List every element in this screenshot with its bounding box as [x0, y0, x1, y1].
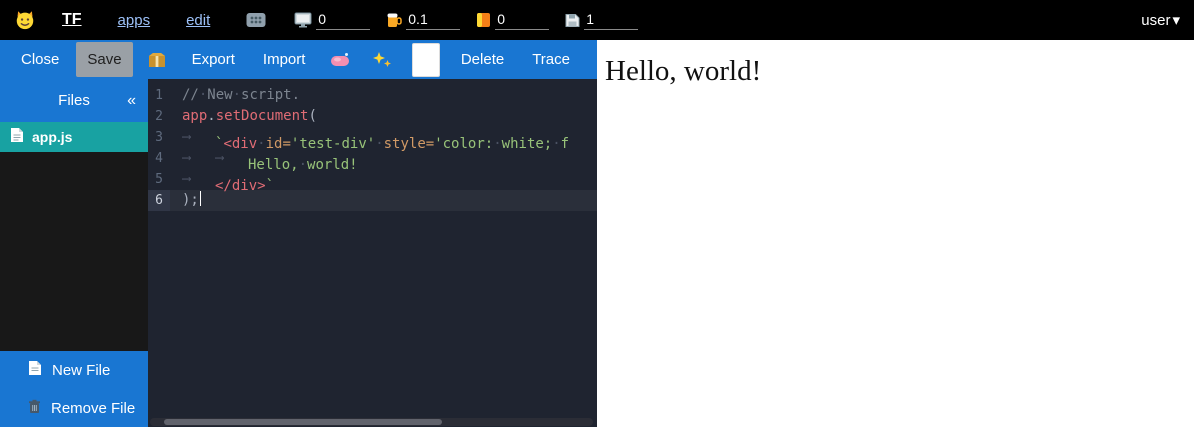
apps-link[interactable]: apps: [118, 12, 151, 29]
delete-button[interactable]: Delete: [450, 42, 515, 77]
floppy-icon: [565, 13, 580, 28]
workspace: Files «: [0, 79, 597, 427]
file-name: app.js: [32, 129, 72, 145]
ide-column: Close Save Export Import: [0, 40, 597, 427]
remove-file-button[interactable]: Remove File: [0, 389, 148, 427]
file-item-appjs[interactable]: app.js: [0, 122, 148, 152]
dots-grid-icon[interactable]: [246, 12, 266, 28]
preview-pane: Hello, world!: [597, 40, 1194, 427]
preview-text: Hello, world!: [605, 55, 1194, 88]
line-number: 4: [148, 148, 170, 169]
code-token: New: [207, 87, 232, 103]
user-menu-label: user: [1141, 12, 1170, 29]
close-button[interactable]: Close: [10, 42, 70, 77]
code-token: script.: [241, 87, 300, 103]
tab-whitespace-marker: ⟶: [182, 148, 215, 169]
code-content: );: [170, 190, 597, 211]
tab-whitespace-marker: ⟶: [182, 127, 215, 148]
edit-link[interactable]: edit: [186, 12, 210, 29]
soap-icon[interactable]: [322, 45, 358, 74]
code-line[interactable]: 1//·New·script.: [148, 85, 597, 106]
stat-monitor: 0: [294, 11, 370, 30]
line-number: 1: [148, 85, 170, 106]
stat-ledger-value[interactable]: 0: [495, 11, 549, 30]
code-line[interactable]: 3⟶`<div·id='test-div'·style='color:·whit…: [148, 127, 597, 148]
remove-file-label: Remove File: [51, 400, 135, 417]
file-list-area[interactable]: [0, 152, 148, 351]
caret-down-icon: ▾: [1172, 11, 1180, 29]
trace-button[interactable]: Trace: [521, 42, 581, 77]
sparkles-icon[interactable]: [364, 44, 400, 76]
code-lines: 1//·New·script.2app.setDocument(3⟶`<div·…: [148, 85, 597, 211]
collapse-sidebar-button[interactable]: «: [127, 92, 136, 110]
line-number: 5: [148, 169, 170, 190]
file-icon: [10, 127, 24, 148]
code-token: app: [182, 108, 207, 124]
stat-floppy-value[interactable]: 1: [584, 11, 638, 30]
ledger-icon: [476, 12, 491, 28]
code-content: ⟶⟶Hello,·world!: [170, 148, 597, 169]
topbar: TF apps edit 0: [0, 0, 1194, 40]
code-token: );: [182, 192, 199, 208]
export-button[interactable]: Export: [181, 42, 246, 77]
code-token: .: [207, 108, 215, 124]
code-token: ·: [233, 87, 241, 103]
user-menu[interactable]: user ▾: [1141, 11, 1180, 29]
import-button[interactable]: Import: [252, 42, 317, 77]
new-file-label: New File: [52, 362, 110, 379]
stat-beer-value[interactable]: 0.1: [406, 11, 460, 30]
package-icon[interactable]: [139, 44, 175, 76]
code-content: ⟶</div>`: [170, 169, 597, 190]
tab-whitespace-marker: ⟶: [215, 148, 248, 169]
sidebar-actions: New File: [0, 351, 148, 427]
main-area: Close Save Export Import: [0, 40, 1194, 427]
code-content: ⟶`<div·id='test-div'·style='color:·white…: [170, 127, 597, 148]
code-line[interactable]: 5⟶</div>`: [148, 169, 597, 190]
code-line[interactable]: 4⟶⟶Hello,·world!: [148, 148, 597, 169]
editor-toolbar: Close Save Export Import: [0, 40, 597, 79]
stat-beer: 0.1: [386, 11, 460, 30]
files-sidebar: Files «: [0, 79, 148, 427]
code-token: (: [308, 108, 316, 124]
line-number: 3: [148, 127, 170, 148]
new-file-icon: [28, 360, 42, 380]
line-number: 6: [148, 190, 170, 211]
stat-floppy: 1: [565, 11, 638, 30]
save-button[interactable]: Save: [76, 42, 132, 77]
files-header-label: Files: [58, 92, 90, 109]
beer-icon: [386, 12, 402, 28]
code-content: //·New·script.: [170, 85, 597, 106]
stat-monitor-value[interactable]: 0: [316, 11, 370, 30]
stat-ledger: 0: [476, 11, 549, 30]
line-number: 2: [148, 106, 170, 127]
brand-link[interactable]: TF: [62, 11, 82, 29]
new-file-button[interactable]: New File: [0, 351, 148, 389]
tab-whitespace-marker: ⟶: [182, 169, 215, 190]
code-content: app.setDocument(: [170, 106, 597, 127]
horizontal-scrollbar[interactable]: [150, 418, 593, 426]
code-editor[interactable]: 1//·New·script.2app.setDocument(3⟶`<div·…: [148, 79, 597, 427]
trash-icon: [28, 399, 41, 418]
code-line[interactable]: 6);: [148, 190, 597, 211]
text-cursor: [200, 191, 202, 206]
monitor-icon: [294, 12, 312, 28]
devil-face-icon[interactable]: [14, 9, 36, 31]
files-header: Files «: [0, 79, 148, 122]
scrollbar-thumb[interactable]: [164, 419, 442, 425]
code-token: setDocument: [216, 108, 309, 124]
code-line[interactable]: 2app.setDocument(: [148, 106, 597, 127]
color-swatch-button[interactable]: [412, 43, 439, 77]
code-token: //: [182, 87, 199, 103]
